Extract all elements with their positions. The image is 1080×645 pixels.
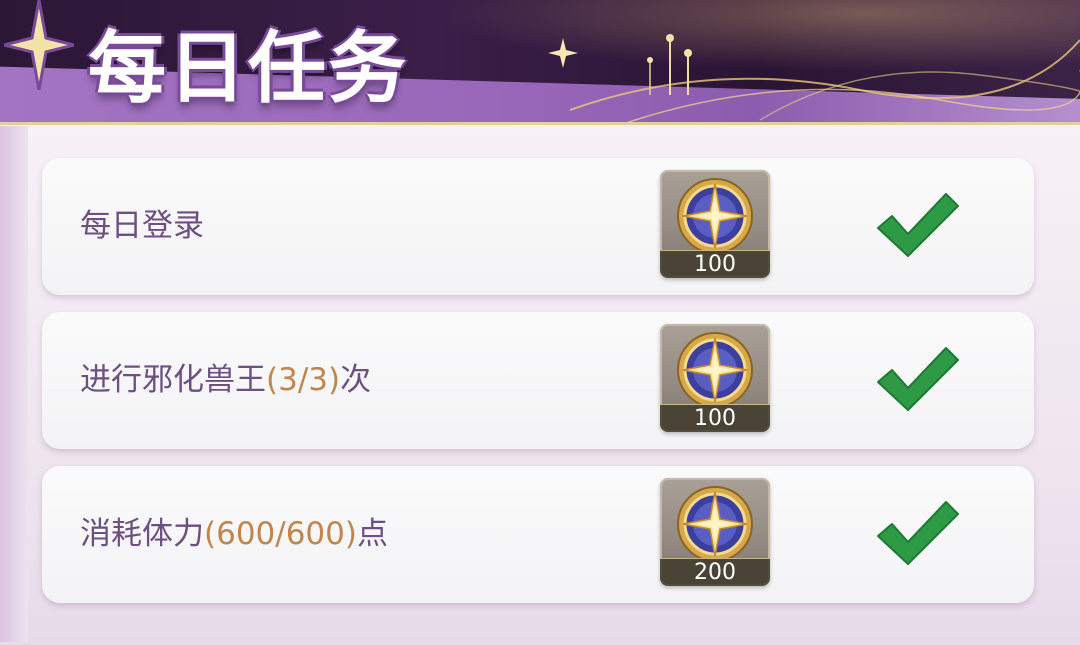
star-compass-coin-icon — [677, 332, 753, 408]
reward-count: 100 — [660, 404, 770, 432]
checkmark-icon — [877, 347, 959, 411]
task-unit: 点 — [356, 516, 388, 552]
task-row: 每日登录 100 — [42, 158, 1034, 295]
task-row: 进行邪化兽王(3/3)次 100 — [42, 312, 1034, 449]
reward-count: 100 — [660, 250, 770, 278]
sparkle-small-icon — [548, 38, 578, 68]
header-banner: 每日任务 — [0, 0, 1080, 130]
task-name: 每日登录 — [80, 208, 204, 244]
checkmark-icon — [877, 501, 959, 565]
task-name: 进行邪化兽王 — [80, 362, 266, 398]
reward-slot[interactable]: 100 — [660, 324, 770, 432]
star-compass-coin-icon — [677, 178, 753, 254]
reward-count: 200 — [660, 558, 770, 586]
task-row: 消耗体力(600/600)点 200 — [42, 466, 1034, 603]
star-compass-coin-icon — [677, 486, 753, 562]
gold-swirl-decoration — [569, 34, 1080, 126]
panel-edge — [0, 126, 28, 642]
page-title: 每日任务 — [88, 24, 409, 114]
task-unit: 次 — [340, 362, 372, 398]
task-name: 消耗体力 — [80, 516, 204, 552]
task-label: 每日登录 — [80, 158, 204, 295]
checkmark-icon — [877, 193, 959, 257]
task-label: 消耗体力(600/600)点 — [80, 466, 388, 603]
task-progress: (600/600) — [204, 516, 357, 552]
task-progress: (3/3) — [266, 362, 341, 398]
reward-slot[interactable]: 200 — [660, 478, 770, 586]
reward-slot[interactable]: 100 — [660, 170, 770, 278]
task-label: 进行邪化兽王(3/3)次 — [80, 312, 371, 449]
sparkle-icon — [4, 0, 74, 90]
